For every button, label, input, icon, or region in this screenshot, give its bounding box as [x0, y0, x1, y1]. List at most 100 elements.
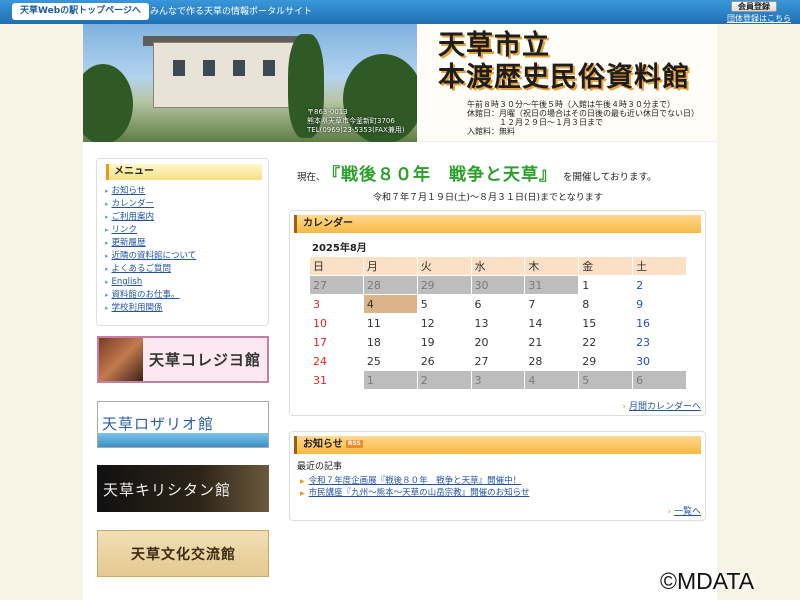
menu-item: ▸ リンク	[105, 224, 196, 237]
title-line-1: 天草市立	[438, 30, 550, 61]
calendar-day: 24	[309, 351, 364, 371]
menu-item: ▸ よくあるご質問	[105, 263, 196, 276]
calendar-panel: カレンダー 2025年8月 日月火水木金土 27 28 29 30 31 1 2 3 4 5 6 7 8 9…	[289, 210, 706, 416]
menu-item: ▸ お知らせ	[105, 185, 196, 198]
weekday-cell: 月	[362, 256, 418, 276]
calendar-day: 7	[524, 294, 580, 314]
calendar-day-today: 4	[362, 294, 418, 314]
calendar-day: 28	[524, 351, 580, 371]
bullet-icon: ▸	[105, 187, 109, 195]
calendar-day: 18	[362, 332, 418, 352]
exhibit-period: 令和７年７月１９日(土)～８月３１日(日)までとなります	[373, 193, 603, 203]
banner-collegio[interactable]: 天草コレジヨ館	[97, 336, 269, 383]
calendar-day: 26	[416, 351, 472, 371]
calendar-day: 10	[309, 313, 364, 333]
banner-label: 天草文化交流館	[131, 547, 236, 563]
week-row: 17 18 19 20 21 22 23	[309, 332, 687, 352]
bullet-icon: ▸	[105, 213, 109, 221]
calendar-day: 11	[362, 313, 418, 333]
bullet-icon: ▸	[105, 252, 109, 260]
watermark: ©MDATA	[660, 568, 755, 594]
weekday-cell: 日	[309, 256, 364, 276]
title-line-2: 本渡歴史民俗資料館	[438, 62, 690, 93]
calendar-day: 14	[524, 313, 580, 333]
bullet-icon: ▸	[105, 304, 109, 312]
menu-link-work[interactable]: 資料館のお仕事。	[112, 290, 180, 300]
calendar-day: 29	[578, 351, 634, 371]
address-line: TEL(0969)23-5353(FAX兼用)	[307, 126, 405, 134]
menu-item: ▸ English	[105, 276, 196, 289]
bullet-icon: ▸	[105, 265, 109, 273]
calendar-day: 13	[470, 313, 526, 333]
calendar-day: 27	[470, 351, 526, 371]
portal-home-button[interactable]: 天草Webの駅トップページへ	[12, 3, 149, 20]
opening-info: 午前８時３０分～午後５時（入館は午後４時３０分まで） 休館日：月曜（祝日の場合は…	[467, 100, 699, 136]
arrow-icon: ›	[667, 507, 671, 517]
bullet-icon: ▸	[105, 291, 109, 299]
menu-item: ▸ 近隣の資料館について	[105, 250, 196, 263]
news-item: ▶ 市民講座『九州～熊本～天草の山岳宗教』開催のお知らせ	[300, 487, 529, 499]
banner-rosario[interactable]: 天草ロザリオ館	[97, 401, 269, 448]
news-link[interactable]: 市民講座『九州～熊本～天草の山岳宗教』開催のお知らせ	[309, 488, 530, 498]
header-banner: 〒863-0013 熊本県天草市今釜新町3706 TEL(0969)23-535…	[83, 24, 717, 142]
info-line: 午前８時３０分～午後５時（入館は午後４時３０分まで）	[467, 100, 675, 109]
banner-label: 天草ロザリオ館	[102, 415, 215, 433]
window-shape	[263, 60, 275, 76]
calendar-day: 17	[309, 332, 364, 352]
exhibit-prefix: 現在、	[297, 172, 326, 183]
exhibit-name: 『戦後８０年 戦争と天草』	[331, 165, 558, 185]
menu-link-english[interactable]: English	[112, 277, 143, 287]
menu-link-calendar[interactable]: カレンダー	[112, 199, 155, 209]
calendar-day: 6	[470, 294, 526, 314]
bullet-icon: ▶	[300, 478, 305, 485]
calendar-day: 1	[362, 370, 418, 390]
window-shape	[203, 60, 215, 76]
rss-icon[interactable]: RSS	[345, 440, 363, 448]
week-row: 3456789	[309, 294, 687, 314]
page-content: 〒863-0013 熊本県天草市今釜新町3706 TEL(0969)23-535…	[83, 24, 717, 600]
news-list: ▶ 令和７年度企画展『戦後８０年 戦争と天草』開催中！ ▶ 市民講座『九州～熊本～天…	[300, 475, 529, 499]
member-register-button[interactable]: 会員登録	[731, 1, 777, 12]
news-link[interactable]: 令和７年度企画展『戦後８０年 戦争と天草』開催中！	[309, 476, 522, 486]
calendar-day: 3	[470, 370, 526, 390]
menu-link-guide[interactable]: ご利用案内	[112, 212, 155, 222]
monthly-calendar-link[interactable]: › 月間カレンダーへ	[622, 399, 701, 412]
menu-link-news[interactable]: お知らせ	[112, 186, 146, 196]
site-title: 天草市立 本渡歴史民俗資料館	[438, 30, 690, 94]
menu-link-links[interactable]: リンク	[112, 225, 138, 235]
calendar-day: 16	[632, 313, 687, 333]
window-shape	[233, 60, 245, 76]
menu-link-nearby[interactable]: 近隣の資料館について	[112, 251, 197, 261]
weekday-cell: 金	[578, 256, 634, 276]
news-list-link[interactable]: › 一覧へ	[667, 504, 701, 517]
exhibit-notice: 現在、 『戦後８０年 戦争と天草』 を開催しております。	[297, 160, 657, 185]
calendar-day: 22	[578, 332, 634, 352]
bullet-icon: ▶	[300, 490, 305, 497]
week-row: 10 11 12 13 14 15 16	[309, 313, 687, 333]
menu-link-school[interactable]: 学校利用関係	[112, 303, 163, 313]
calendar-table: 日月火水木金土 27 28 29 30 31 1 2 3 4 5 6 7 8 9 10 11 12 13 14 15 16…	[309, 256, 687, 390]
banner-kirishitan[interactable]: 天草キリシタン館	[97, 465, 269, 512]
exhibit-suffix: を開催しております。	[563, 172, 657, 183]
tree-shape	[83, 64, 133, 142]
group-register-link[interactable]: 団体登録はこちら	[727, 13, 791, 24]
calendar-day: 6	[632, 370, 687, 390]
menu-item: ▸ 資料館のお仕事。	[105, 289, 196, 302]
news-subheading: 最近の記事	[297, 462, 343, 472]
collegio-photo	[99, 338, 143, 381]
menu-link-faq[interactable]: よくあるご質問	[112, 264, 172, 274]
menu-link-history[interactable]: 更新履歴	[112, 238, 146, 248]
calendar-day: 20	[470, 332, 526, 352]
bullet-icon: ▸	[105, 226, 109, 234]
calendar-day: 5	[416, 294, 472, 314]
news-item: ▶ 令和７年度企画展『戦後８０年 戦争と天草』開催中！	[300, 475, 529, 487]
news-panel: お知らせ RSS 最近の記事 ▶ 令和７年度企画展『戦後８０年 戦争と天草』開催中！…	[289, 431, 706, 521]
banner-bunka[interactable]: 天草文化交流館	[97, 530, 269, 577]
calendar-heading: カレンダー	[294, 215, 701, 233]
calendar-day: 29	[416, 275, 472, 295]
sidebar-menu: メニュー ▸ お知らせ ▸ カレンダー ▸ ご利用案内 ▸ リンク ▸ 更新履歴 ▸ 近隣の…	[96, 158, 269, 326]
window-shape	[173, 60, 185, 76]
banner-label: 天草キリシタン館	[103, 481, 232, 499]
calendar-day: 5	[578, 370, 634, 390]
news-heading-label: お知らせ	[303, 439, 343, 450]
